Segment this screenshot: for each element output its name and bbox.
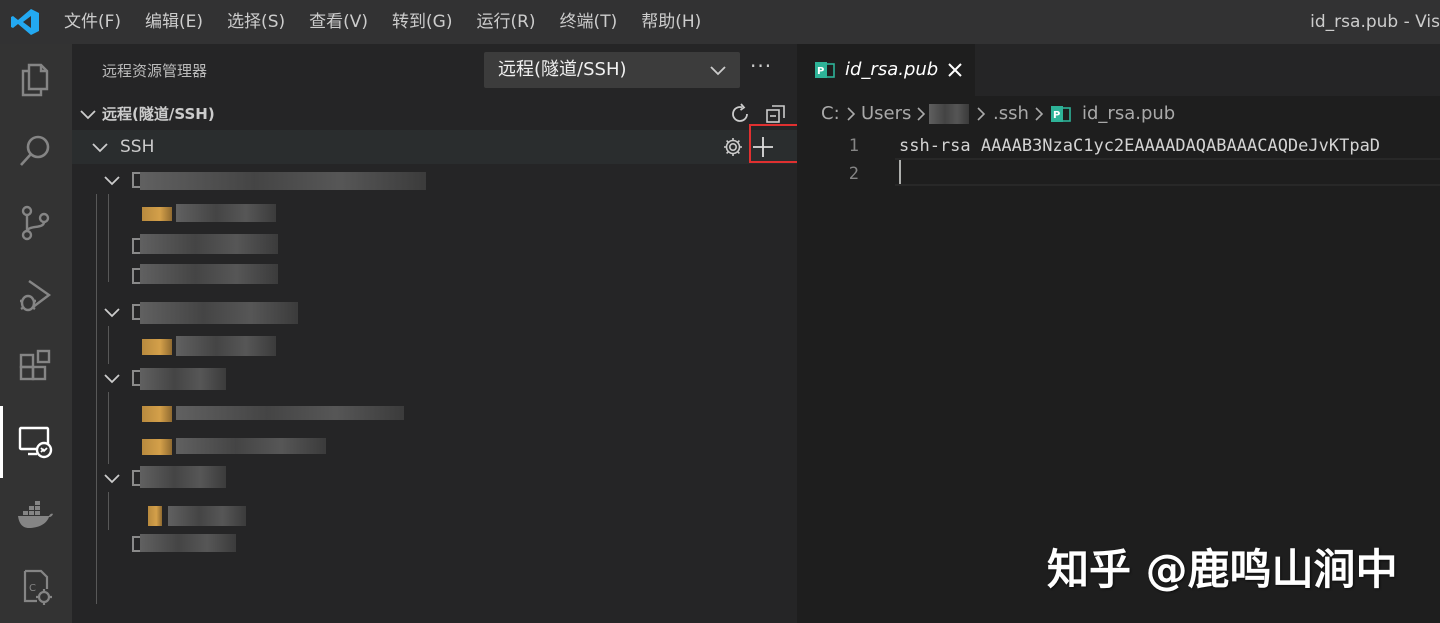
obscured-folder-name <box>176 406 404 420</box>
line-number: 1 <box>848 136 859 156</box>
refresh-icon[interactable] <box>728 102 752 126</box>
chevron-down-icon[interactable] <box>102 368 122 388</box>
add-button-highlight <box>749 124 803 163</box>
remote-section-header[interactable]: 远程(隧道/SSH) <box>72 98 797 130</box>
host-icon <box>132 470 140 486</box>
menu-edit[interactable]: 编辑(E) <box>133 0 215 44</box>
menu-bar: 文件(F) 编辑(E) 选择(S) 查看(V) 转到(G) 运行(R) 终端(T… <box>52 0 713 44</box>
host-icon <box>132 536 140 552</box>
remote-explorer-sidebar: 远程资源管理器 远程(隧道/SSH) ··· 远程(隧道/SSH) SSH <box>72 44 797 623</box>
obscured-host-name <box>140 264 278 284</box>
remote-section-label: 远程(隧道/SSH) <box>102 105 215 123</box>
remote-type-select-value: 远程(隧道/SSH) <box>498 59 627 80</box>
tree-indent-guide <box>108 326 109 364</box>
tab-id-rsa-pub[interactable]: P id_rsa.pub <box>797 44 975 96</box>
text-cursor <box>899 160 901 184</box>
chevron-down-icon <box>80 110 96 120</box>
tree-indent-guide <box>96 194 97 604</box>
tree-indent-guide <box>108 194 109 282</box>
chevron-right-icon <box>847 107 856 121</box>
menu-view[interactable]: 查看(V) <box>297 0 380 44</box>
menu-help[interactable]: 帮助(H) <box>629 0 713 44</box>
settings-sync-icon[interactable]: C <box>12 564 58 610</box>
vscode-logo-icon[interactable] <box>10 8 40 36</box>
line-number: 2 <box>848 164 859 184</box>
menu-go[interactable]: 转到(G) <box>380 0 464 44</box>
extensions-icon[interactable] <box>12 344 58 390</box>
folder-icon <box>142 207 172 221</box>
sidebar-title: 远程资源管理器 <box>102 62 208 80</box>
obscured-username <box>929 104 969 124</box>
publisher-file-icon: P <box>1051 106 1071 122</box>
breadcrumb: C: Users .ssh P id_rsa.pub <box>797 96 1440 132</box>
host-icon <box>132 172 140 188</box>
activity-bar: C <box>0 44 72 623</box>
close-icon[interactable] <box>945 60 965 80</box>
search-icon[interactable] <box>12 128 58 174</box>
chevron-right-icon <box>977 107 986 121</box>
folder-icon <box>142 439 172 455</box>
breadcrumb-drive[interactable]: C: <box>821 96 840 132</box>
menu-run[interactable]: 运行(R) <box>464 0 547 44</box>
tree-indent-guide <box>108 492 109 530</box>
obscured-folder-name <box>176 438 326 454</box>
chevron-down-icon[interactable] <box>102 302 122 322</box>
chevron-right-icon <box>1035 107 1044 121</box>
tab-label: id_rsa.pub <box>845 59 939 80</box>
obscured-folder-name <box>176 204 276 222</box>
folder-icon <box>148 506 162 526</box>
obscured-folder-name <box>168 506 246 526</box>
publisher-file-icon: P <box>815 62 835 78</box>
host-icon <box>132 370 140 386</box>
remote-type-select[interactable]: 远程(隧道/SSH) <box>484 52 740 88</box>
window-title: id_rsa.pub - Vis <box>1310 12 1440 32</box>
svg-text:P: P <box>1053 110 1060 121</box>
code-line[interactable]: ssh-rsa AAAAB3NzaC1yc2EAAAADAQABAAACAQDe… <box>899 132 1380 160</box>
folder-icon <box>142 406 172 422</box>
current-line-highlight <box>895 158 1440 186</box>
obscured-host-name <box>140 234 278 254</box>
obscured-host-name <box>140 302 298 324</box>
ssh-group-label: SSH <box>120 137 155 157</box>
host-icon <box>132 268 140 284</box>
obscured-host-name <box>140 172 426 190</box>
docker-icon[interactable] <box>12 492 58 538</box>
title-bar: 文件(F) 编辑(E) 选择(S) 查看(V) 转到(G) 运行(R) 终端(T… <box>0 0 1440 44</box>
chevron-down-icon[interactable] <box>102 170 122 190</box>
run-debug-icon[interactable] <box>12 272 58 318</box>
obscured-folder-name <box>176 336 276 356</box>
chevron-down-icon <box>710 66 726 76</box>
collapse-all-icon[interactable] <box>764 102 788 126</box>
chevron-down-icon[interactable] <box>102 468 122 488</box>
source-control-icon[interactable] <box>12 200 58 246</box>
obscured-host-name <box>140 368 226 390</box>
breadcrumb-users[interactable]: Users <box>861 96 911 132</box>
svg-text:C: C <box>29 583 36 594</box>
gear-icon[interactable] <box>722 136 744 158</box>
menu-terminal[interactable]: 终端(T) <box>548 0 630 44</box>
tree-indent-guide <box>108 392 109 464</box>
explorer-icon[interactable] <box>12 56 58 102</box>
remote-explorer-icon[interactable] <box>12 418 58 464</box>
editor-tabs: P id_rsa.pub <box>797 44 1440 96</box>
menu-selection[interactable]: 选择(S) <box>215 0 297 44</box>
host-icon <box>132 238 140 254</box>
menu-file[interactable]: 文件(F) <box>52 0 133 44</box>
obscured-host-name <box>140 534 236 552</box>
folder-icon <box>142 339 172 355</box>
ssh-group-row[interactable]: SSH <box>72 130 797 164</box>
breadcrumb-file[interactable]: id_rsa.pub <box>1082 96 1175 132</box>
obscured-host-name <box>140 466 226 488</box>
breadcrumb-ssh-folder[interactable]: .ssh <box>993 96 1029 132</box>
chevron-down-icon <box>92 143 108 153</box>
host-icon <box>132 304 140 320</box>
watermark: 知乎 @鹿鸣山涧中 <box>1047 545 1398 594</box>
more-actions-button[interactable]: ··· <box>750 54 772 78</box>
active-indicator <box>0 406 3 478</box>
chevron-right-icon <box>917 107 926 121</box>
svg-text:P: P <box>817 66 824 77</box>
